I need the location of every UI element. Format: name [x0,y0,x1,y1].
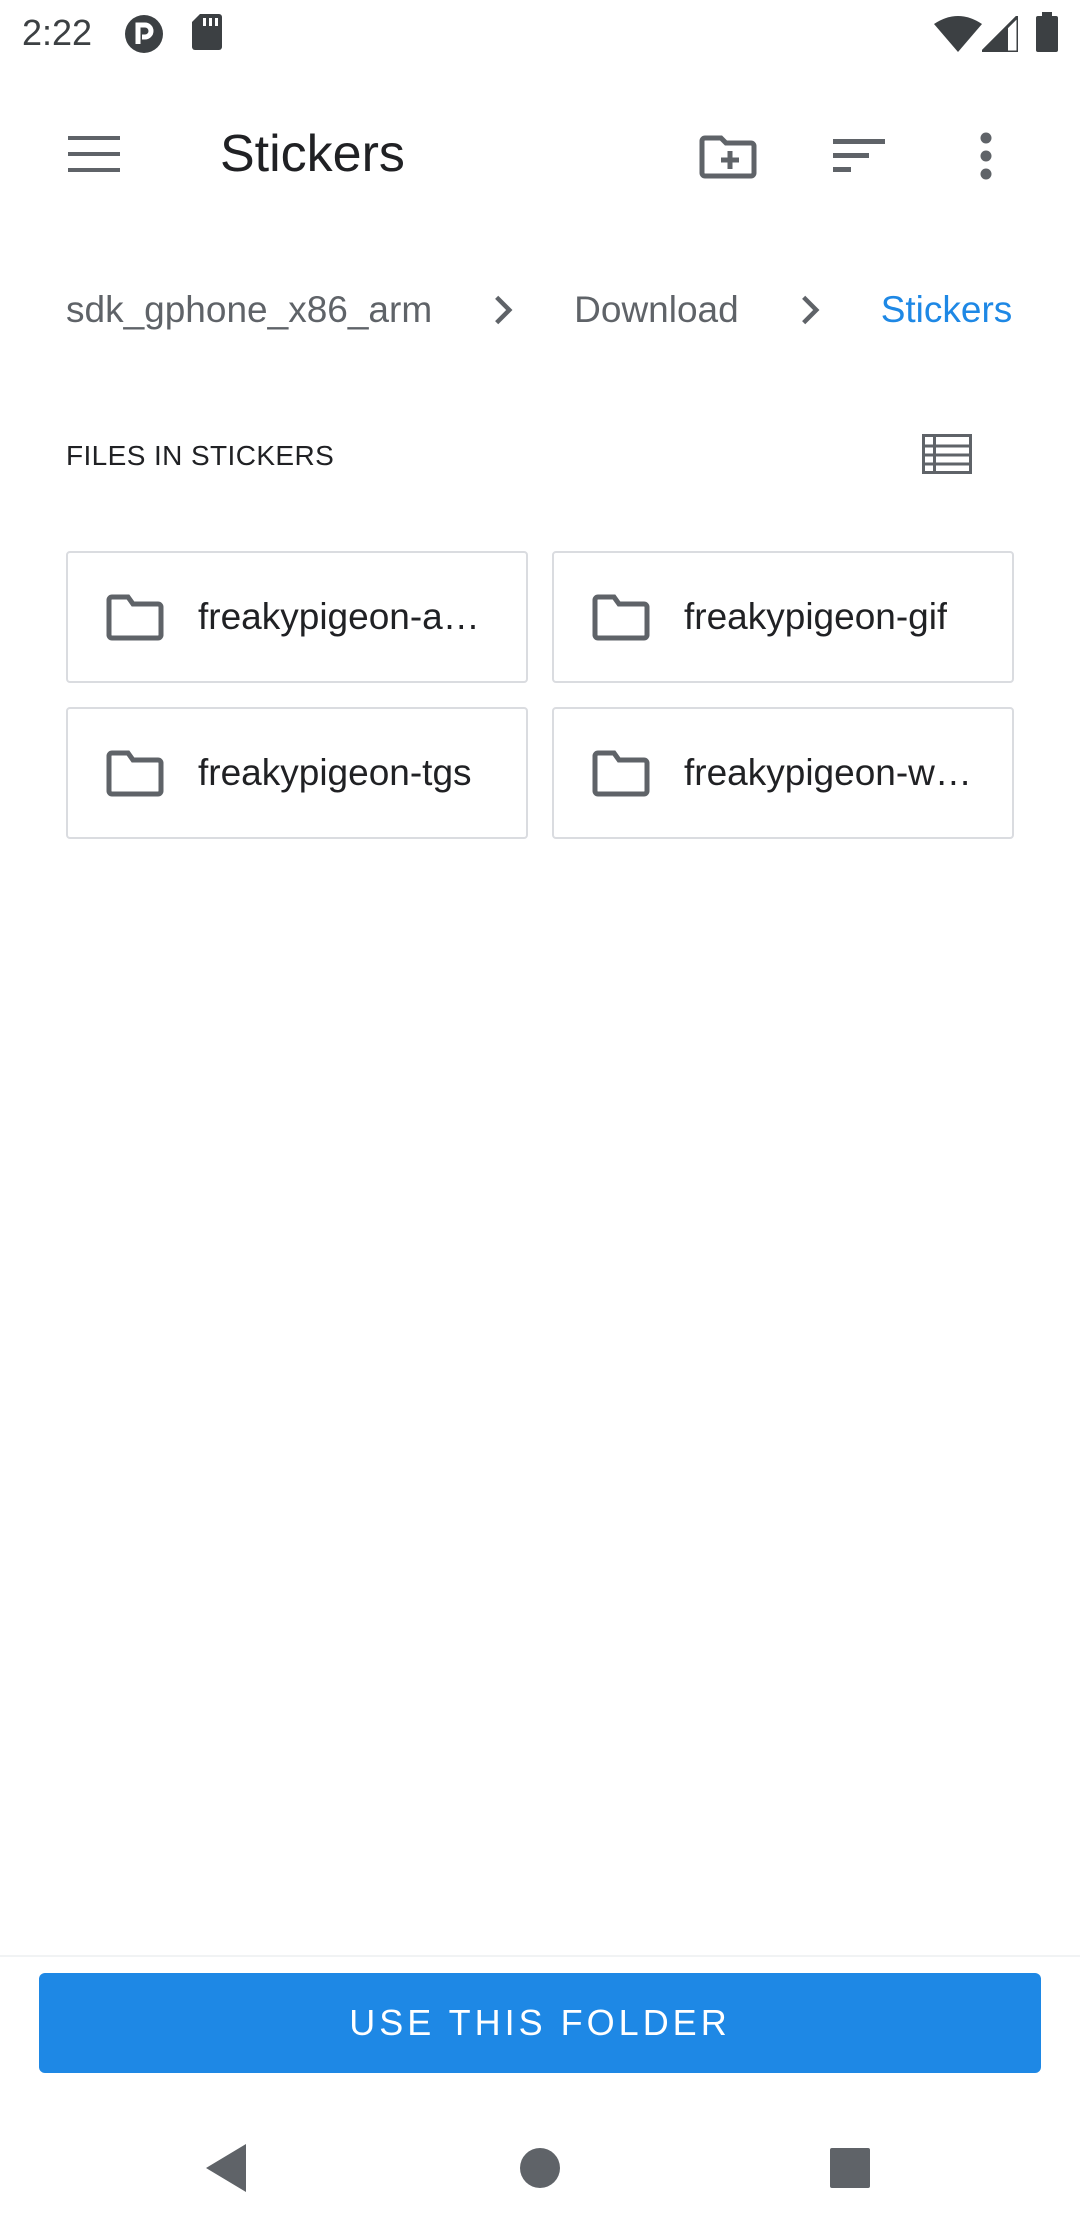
menu-icon[interactable] [68,136,130,176]
section-header: FILES IN STICKERS [66,440,335,471]
folder-name: freakypigeon-gif [684,596,948,637]
breadcrumb: sdk_gphone_x86_arm Download Stickers [66,282,1012,338]
use-this-folder-button[interactable]: USE THIS FOLDER [39,1973,1041,2073]
folder-item[interactable]: freakypigeon-gif [552,551,1014,683]
status-time: 2:22 [22,12,93,53]
home-button[interactable] [500,2130,580,2210]
folder-name: freakypigeon-a… [198,596,480,637]
list-view-icon [922,433,972,479]
wifi-icon [934,16,982,57]
page-title: Stickers [220,125,405,183]
status-bar: 2:22 [0,0,1080,66]
home-circle-icon [518,2146,562,2195]
bottom-divider [0,1955,1080,1957]
new-folder-icon [699,133,757,184]
more-options-button[interactable] [950,122,1022,194]
battery-icon [1036,12,1058,57]
chevron-right-icon [464,285,542,335]
chevron-right-icon [771,285,849,335]
folder-name: freakypigeon-w… [684,752,972,793]
folder-icon [592,749,650,797]
folder-icon [592,593,650,641]
breadcrumb-item-root[interactable]: sdk_gphone_x86_arm [66,289,432,331]
folder-item[interactable]: freakypigeon-a… [66,551,528,683]
screen: 2:22 Stickers sdk_gphone_x86_arm Downloa… [0,0,1080,2220]
navigation-bar [0,2100,1080,2220]
folder-grid: freakypigeon-a… freakypigeon-gif freakyp… [66,551,1014,839]
folder-name: freakypigeon-tgs [198,752,472,793]
back-button[interactable] [186,2130,266,2210]
new-folder-button[interactable] [692,122,764,194]
back-triangle-icon [202,2142,250,2199]
breadcrumb-item-download[interactable]: Download [574,289,739,331]
app-notification-icon [124,14,164,59]
app-bar: Stickers [0,100,1080,210]
sort-icon [833,136,887,181]
more-vert-icon [979,132,993,185]
sd-card-icon [192,14,222,55]
folder-item[interactable]: freakypigeon-tgs [66,707,528,839]
recents-square-icon [829,2147,871,2194]
breadcrumb-item-current[interactable]: Stickers [881,289,1013,331]
sort-button[interactable] [824,122,896,194]
folder-icon [106,593,164,641]
list-view-toggle[interactable] [912,426,982,486]
cell-signal-icon [978,12,1020,57]
folder-icon [106,749,164,797]
folder-item[interactable]: freakypigeon-w… [552,707,1014,839]
recents-button[interactable] [810,2130,890,2210]
